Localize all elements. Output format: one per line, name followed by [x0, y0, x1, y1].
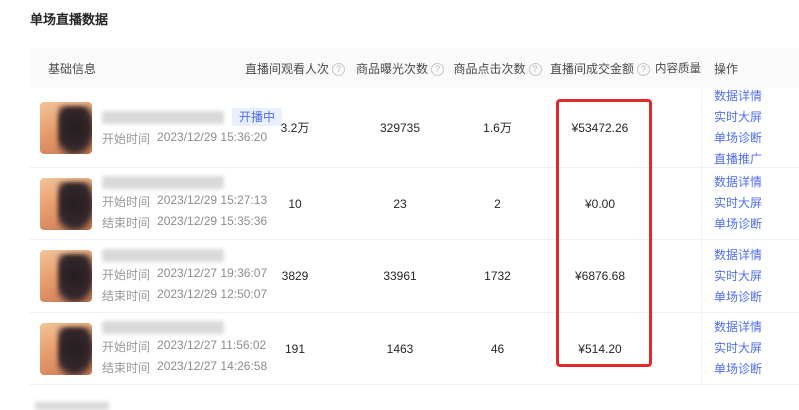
data-detail-link[interactable]: 数据详情	[714, 87, 799, 106]
basic-info-cell: 开播中 开始时间 2023/12/29 15:36:20	[30, 88, 240, 167]
column-header-basic-info: 基础信息	[30, 60, 240, 77]
column-header-clicks-label: 商品点击次数	[453, 62, 525, 76]
content-quality-cell	[655, 313, 701, 384]
start-time-label: 开始时间	[102, 266, 150, 283]
end-time-label: 结束时间	[102, 287, 150, 304]
column-header-exposures-label: 商品曝光次数	[356, 62, 428, 76]
column-header-clicks: 商品点击次数?	[450, 60, 545, 77]
content-quality-cell	[655, 240, 701, 312]
column-header-content-quality-label: 内容质量	[655, 63, 701, 75]
actions-cell: 数据详情 实时大屏 单场诊断 直播推广	[701, 88, 799, 167]
redacted-name	[102, 111, 224, 124]
session-diagnosis-link[interactable]: 单场诊断	[714, 360, 799, 379]
data-detail-link[interactable]: 数据详情	[714, 246, 799, 265]
help-icon[interactable]: ?	[332, 63, 345, 76]
table-row: 开播中 开始时间 2023/12/29 15:36:20 3.2万 329735…	[30, 88, 799, 168]
actions-cell: 数据详情 实时大屏 单场诊断	[701, 240, 799, 312]
table-row: 开始时间 2023/12/29 15:27:13 结束时间 2023/12/29…	[30, 168, 799, 240]
table-header-row: 基础信息 直播间观看人次? 商品曝光次数? 商品点击次数? 直播间成交金额? 内…	[30, 48, 799, 88]
clicks-value: 46	[450, 313, 545, 384]
column-header-gmv-label: 直播间成交金额	[550, 62, 634, 76]
redacted-name	[102, 321, 224, 334]
help-icon[interactable]: ?	[529, 63, 542, 76]
table-row: 开始时间 2023/12/27 19:36:07 结束时间 2023/12/29…	[30, 240, 799, 313]
basic-info-cell: 开始时间 2023/12/27 11:56:02 结束时间 2023/12/27…	[30, 313, 240, 384]
gmv-value: ¥6876.68	[545, 240, 655, 312]
actions-cell: 数据详情 实时大屏 单场诊断	[701, 168, 799, 239]
data-detail-link[interactable]: 数据详情	[714, 173, 799, 192]
exposures-value: 329735	[350, 88, 450, 167]
avatar	[40, 250, 92, 302]
content-quality-cell	[655, 168, 701, 239]
avatar	[40, 102, 92, 154]
viewers-value: 191	[240, 313, 350, 384]
session-diagnosis-link[interactable]: 单场诊断	[714, 215, 799, 234]
avatar	[40, 178, 92, 230]
redacted-name	[102, 249, 224, 262]
realtime-screen-link[interactable]: 实时大屏	[714, 108, 799, 127]
content-quality-cell	[655, 88, 701, 167]
table-row: 开始时间 2023/12/27 11:56:02 结束时间 2023/12/27…	[30, 313, 799, 385]
column-header-actions: 操作	[701, 60, 799, 77]
clicks-value: 1732	[450, 240, 545, 312]
redacted-name	[102, 176, 224, 189]
session-diagnosis-link[interactable]: 单场诊断	[714, 288, 799, 307]
live-promotion-link[interactable]: 直播推广	[714, 150, 799, 169]
realtime-screen-link[interactable]: 实时大屏	[714, 267, 799, 286]
data-detail-link[interactable]: 数据详情	[714, 318, 799, 337]
help-icon[interactable]: ?	[637, 63, 650, 76]
session-diagnosis-link[interactable]: 单场诊断	[714, 129, 799, 148]
column-header-basic-info-label: 基础信息	[48, 62, 96, 76]
realtime-screen-link[interactable]: 实时大屏	[714, 194, 799, 213]
exposures-value: 33961	[350, 240, 450, 312]
column-header-viewers-label: 直播间观看人次	[245, 62, 329, 76]
column-header-content-quality: 内容质量	[655, 60, 701, 76]
page-title: 单场直播数据	[30, 9, 108, 28]
realtime-screen-link[interactable]: 实时大屏	[714, 339, 799, 358]
viewers-value: 3829	[240, 240, 350, 312]
exposures-value: 1463	[350, 313, 450, 384]
clicks-value: 2	[450, 168, 545, 239]
exposures-value: 23	[350, 168, 450, 239]
end-time-label: 结束时间	[102, 214, 150, 231]
gmv-value: ¥0.00	[545, 168, 655, 239]
viewers-value: 10	[240, 168, 350, 239]
gmv-value: ¥53472.26	[545, 88, 655, 167]
basic-info-cell: 开始时间 2023/12/29 15:27:13 结束时间 2023/12/29…	[30, 168, 240, 239]
viewers-value: 3.2万	[240, 88, 350, 167]
column-header-actions-label: 操作	[714, 62, 738, 76]
actions-cell: 数据详情 实时大屏 单场诊断	[701, 313, 799, 384]
basic-info-cell: 开始时间 2023/12/27 19:36:07 结束时间 2023/12/29…	[30, 240, 240, 312]
help-icon[interactable]: ?	[431, 63, 444, 76]
live-session-table: 基础信息 直播间观看人次? 商品曝光次数? 商品点击次数? 直播间成交金额? 内…	[30, 48, 799, 385]
gmv-value: ¥514.20	[545, 313, 655, 384]
clicks-value: 1.6万	[450, 88, 545, 167]
start-time-label: 开始时间	[102, 130, 150, 147]
start-time-label: 开始时间	[102, 193, 150, 210]
column-header-gmv: 直播间成交金额?	[545, 60, 655, 77]
start-time-label: 开始时间	[102, 338, 150, 355]
end-time-label: 结束时间	[102, 359, 150, 376]
column-header-exposures: 商品曝光次数?	[350, 60, 450, 77]
avatar	[40, 323, 92, 375]
column-header-viewers: 直播间观看人次?	[240, 60, 350, 77]
